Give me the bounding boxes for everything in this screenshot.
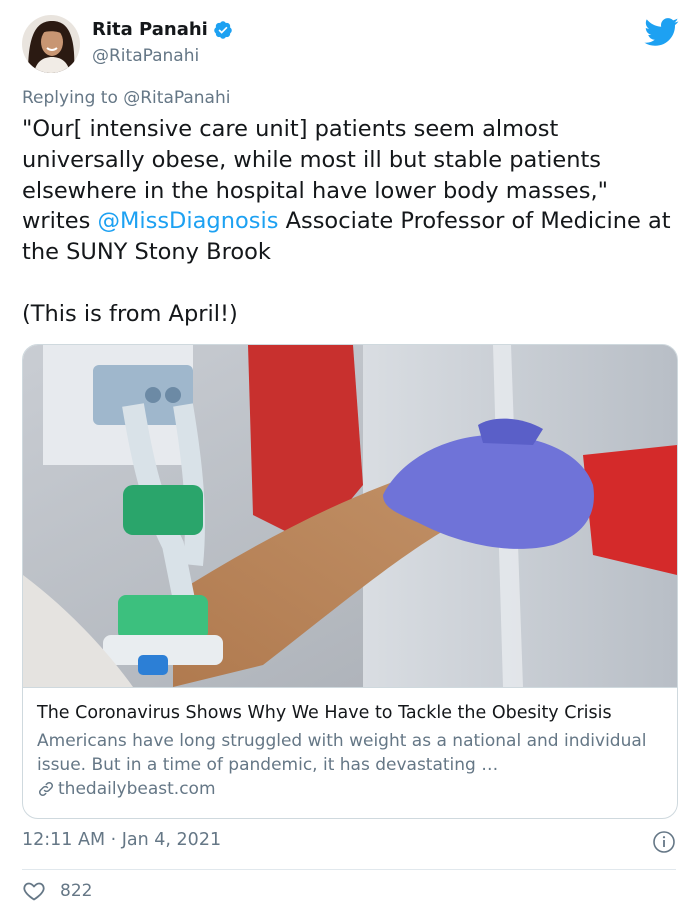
mention-link[interactable]: @MissDiagnosis (97, 208, 278, 234)
verified-badge-icon (214, 20, 232, 39)
card-domain[interactable]: thedailybeast.com (37, 779, 216, 799)
avatar[interactable] (22, 15, 80, 73)
card-divider (23, 687, 677, 688)
info-icon[interactable] (652, 830, 676, 854)
card-description: Americans have long struggled with weigh… (37, 731, 647, 775)
card-title[interactable]: The Coronavirus Shows Why We Have to Tac… (37, 703, 612, 723)
link-card[interactable]: The Coronavirus Shows Why We Have to Tac… (22, 344, 678, 819)
twitter-bird-icon[interactable] (643, 14, 679, 50)
author-handle[interactable]: @RitaPanahi (92, 46, 199, 66)
like-action[interactable]: 822 (22, 879, 92, 903)
avatar-photo-icon (22, 15, 80, 73)
replying-to: Replying to @RitaPanahi (22, 88, 230, 108)
author-name[interactable]: Rita Panahi (92, 19, 208, 40)
tweet-container: Rita Panahi @RitaPanahi Replying to @Rit… (0, 0, 700, 920)
hospital-hand-holding-photo-icon (23, 345, 677, 687)
divider (22, 869, 676, 870)
replying-mention-link[interactable]: @RitaPanahi (123, 88, 230, 108)
tweet-timestamp[interactable]: 12:11 AM · Jan 4, 2021 (22, 830, 221, 850)
heart-icon[interactable] (22, 879, 46, 903)
tweet-text: "Our[ intensive care unit] patients seem… (22, 114, 682, 330)
author-name-row[interactable]: Rita Panahi (92, 19, 233, 40)
link-icon (38, 781, 54, 797)
card-domain-text[interactable]: thedailybeast.com (58, 779, 216, 799)
like-count: 822 (60, 881, 93, 901)
replying-prefix: Replying to (22, 88, 124, 108)
